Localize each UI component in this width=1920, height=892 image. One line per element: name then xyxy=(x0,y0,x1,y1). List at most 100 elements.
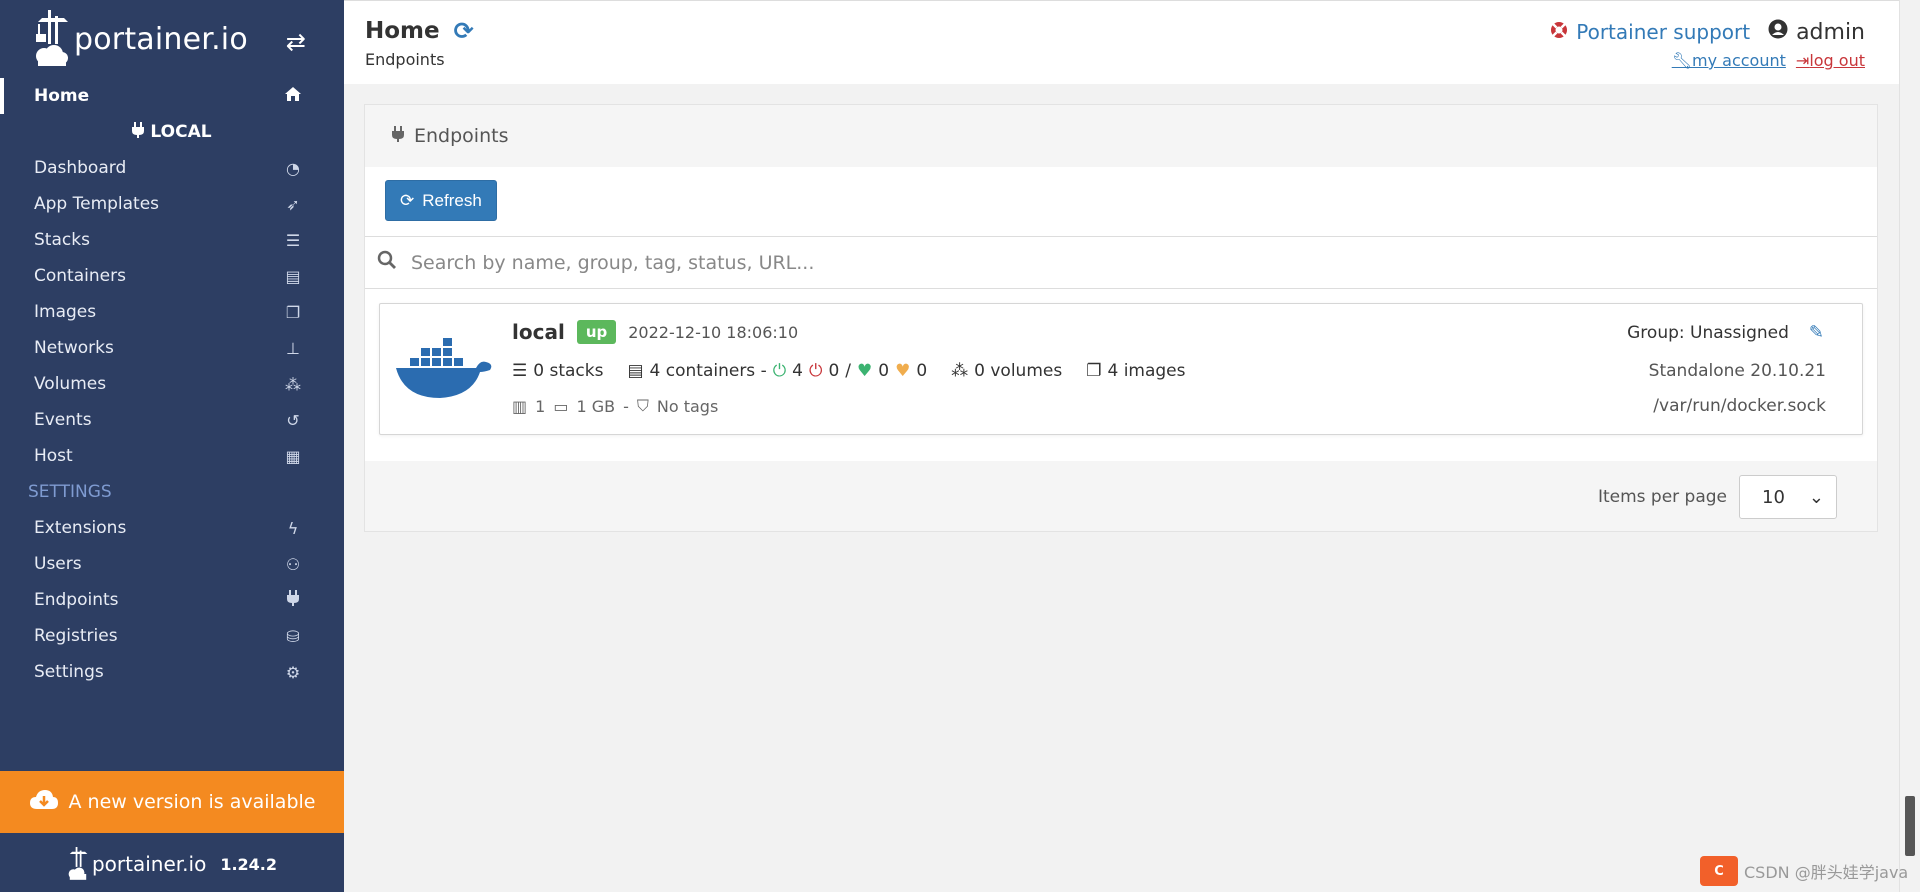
sidebar-item-containers[interactable]: Containers ▤ xyxy=(0,258,344,294)
footer-brand-name: portainer.io xyxy=(91,852,207,876)
sidebar-item-label: Stacks xyxy=(34,230,90,250)
clone-icon: ❐ xyxy=(1086,361,1102,381)
healthy-count: 0 xyxy=(878,361,890,381)
memory-icon: ▭ xyxy=(553,396,569,416)
sidebar-item-label: Events xyxy=(34,410,92,430)
resource-separator: - xyxy=(623,396,629,416)
log-out-link[interactable]: ⇥log out xyxy=(1796,51,1865,70)
brand-name: portainer.io xyxy=(74,21,248,57)
bolt-icon: ϟ xyxy=(287,518,299,538)
endpoint-header: local up 2022-12-10 18:06:10 xyxy=(512,320,798,344)
clone-icon: ❐ xyxy=(285,302,301,322)
sidebar-endpoint-heading: LOCAL xyxy=(0,114,344,150)
endpoints-widget: Endpoints ⟳ Refresh local up xyxy=(364,104,1878,532)
chevron-down-icon: ⌄ xyxy=(1808,486,1824,508)
search-bar xyxy=(365,237,1877,289)
sidebar-item-home[interactable]: Home xyxy=(0,78,344,114)
footer-logo: portainer.io xyxy=(67,847,206,881)
sidebar-item-stacks[interactable]: Stacks ☰ xyxy=(0,222,344,258)
sidebar-menu: Home LOCAL Dashboard ◔ App Templates ➶ S… xyxy=(0,78,344,690)
server-icon: ▤ xyxy=(285,266,301,286)
refresh-button[interactable]: ⟳ Refresh xyxy=(385,180,497,221)
endpoint-card[interactable]: local up 2022-12-10 18:06:10 ☰ 0 stacks ▤… xyxy=(379,303,1863,435)
life-ring-icon xyxy=(1550,20,1568,44)
users-icon: ⚇ xyxy=(285,554,301,574)
sidebar-item-images[interactable]: Images ❐ xyxy=(0,294,344,330)
sidebar-item-networks[interactable]: Networks ⊥ xyxy=(0,330,344,366)
sidebar-footer: portainer.io 1.24.2 xyxy=(0,842,344,886)
log-out-label: log out xyxy=(1809,51,1865,70)
sidebar-item-app-templates[interactable]: App Templates ➶ xyxy=(0,186,344,222)
tags-label: No tags xyxy=(656,396,719,416)
page-title: Home ⟳ xyxy=(365,17,474,45)
power-off-icon: ⏻ xyxy=(808,361,823,381)
sidebar-item-label: Dashboard xyxy=(34,158,127,178)
endpoint-url: /var/run/docker.sock xyxy=(1653,396,1826,416)
sidebar-item-dashboard[interactable]: Dashboard ◔ xyxy=(0,150,344,186)
volumes-stat: ⁂ 0 volumes xyxy=(951,361,1062,381)
sidebar-item-label: Settings xyxy=(34,662,104,682)
sidebar-item-label: Endpoints xyxy=(34,590,119,610)
stacks-count: 0 stacks xyxy=(533,361,604,381)
cubes-icon: ⁂ xyxy=(285,374,301,394)
portainer-support-link[interactable]: Portainer support xyxy=(1550,20,1750,44)
endpoint-resources: ▥ 1 ▭ 1 GB - ⛉ No tags xyxy=(512,396,718,416)
scrollbar[interactable] xyxy=(1899,0,1920,892)
user-circle-icon xyxy=(1768,19,1788,45)
page-title-text: Home xyxy=(365,18,440,44)
tachometer-icon: ◔ xyxy=(286,158,300,178)
heartbeat-icon: ♥ xyxy=(857,361,873,381)
exchange-arrows-icon[interactable]: ⇄ xyxy=(286,28,306,56)
portainer-logo-icon xyxy=(68,847,88,880)
watermark-text: CSDN @胖头娃学java xyxy=(1744,863,1909,882)
sidebar-item-label: Extensions xyxy=(34,518,127,538)
server-icon: ▤ xyxy=(627,361,644,381)
sidebar-item-label: Users xyxy=(34,554,82,574)
sidebar-item-label: Host xyxy=(34,446,73,466)
heart-broken-icon: ♥ xyxy=(895,361,911,381)
sidebar-item-endpoints[interactable]: Endpoints xyxy=(0,582,344,618)
cubes-icon: ⁂ xyxy=(951,361,969,381)
items-per-page-select[interactable]: 10 ⌄ xyxy=(1739,475,1837,519)
support-label: Portainer support xyxy=(1576,20,1751,44)
sidebar-item-label: Networks xyxy=(34,338,114,358)
th-list-icon: ☰ xyxy=(512,361,528,381)
breadcrumb: Endpoints xyxy=(365,50,445,69)
power-on-icon: ⏻ xyxy=(772,361,787,381)
endpoint-timestamp: 2022-12-10 18:06:10 xyxy=(628,322,799,342)
sidebar-item-settings[interactable]: Settings ⚙ xyxy=(0,654,344,690)
sidebar-item-events[interactable]: Events ↺ xyxy=(0,402,344,438)
endpoint-group: Group: Unassigned ✎ xyxy=(1627,322,1824,343)
sidebar-item-label: App Templates xyxy=(34,194,160,214)
docker-whale-icon xyxy=(396,338,492,398)
pencil-icon[interactable]: ✎ xyxy=(1809,322,1824,343)
containers-count: 4 containers - xyxy=(649,361,767,381)
sidebar-item-volumes[interactable]: Volumes ⁂ xyxy=(0,366,344,402)
sidebar: portainer.io ⇄ Home LOCAL Dashboard ◔ Ap… xyxy=(0,0,344,892)
sidebar-item-host[interactable]: Host ▦ xyxy=(0,438,344,474)
my-account-link[interactable]: 🔧︎my account xyxy=(1672,51,1786,70)
images-stat: ❐ 4 images xyxy=(1086,361,1185,381)
sidebar-item-label: Home xyxy=(34,86,90,106)
plug-icon xyxy=(392,125,404,148)
brand-logo[interactable]: portainer.io xyxy=(34,10,248,68)
widget-toolbar: ⟳ Refresh xyxy=(365,167,1877,237)
sidebar-item-users[interactable]: Users ⚇ xyxy=(0,546,344,582)
search-input[interactable] xyxy=(411,251,1711,274)
sidebar-item-registries[interactable]: Registries ⛁ xyxy=(0,618,344,654)
scrollbar-thumb[interactable] xyxy=(1905,796,1915,856)
sidebar-item-extensions[interactable]: Extensions ϟ xyxy=(0,510,344,546)
sidebar-item-label: Images xyxy=(34,302,97,322)
username: admin xyxy=(1796,19,1865,45)
tags-icon: ⛉ xyxy=(636,396,649,415)
volumes-count: 0 volumes xyxy=(974,361,1063,381)
update-banner-label: A new version is available xyxy=(68,791,316,813)
plug-icon xyxy=(282,590,304,610)
cpu-icon: ▥ xyxy=(512,396,528,416)
widget-title: Endpoints xyxy=(414,125,509,147)
th-list-icon: ☰ xyxy=(285,230,301,250)
topbar: Home ⟳ Endpoints Portainer support admin… xyxy=(344,0,1899,84)
update-banner[interactable]: A new version is available xyxy=(0,771,344,833)
refresh-icon[interactable]: ⟳ xyxy=(454,17,474,45)
endpoint-heading-label: LOCAL xyxy=(150,122,212,142)
